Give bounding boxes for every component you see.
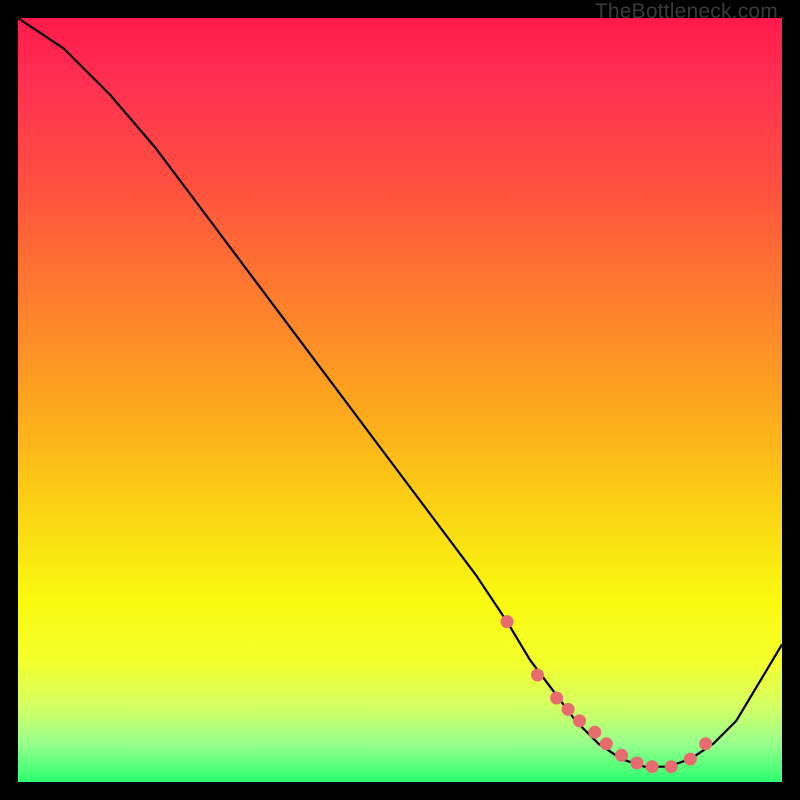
highlight-dot <box>501 615 514 628</box>
highlight-dot <box>615 749 628 762</box>
highlight-dot <box>573 714 586 727</box>
watermark-text: TheBottleneck.com <box>595 0 778 24</box>
highlight-dot <box>646 760 659 773</box>
highlight-dot <box>531 669 544 682</box>
highlight-dot <box>600 737 613 750</box>
highlight-dots <box>501 615 713 773</box>
bottleneck-curve-path <box>18 18 782 767</box>
highlight-dot <box>588 726 601 739</box>
highlight-dot <box>684 753 697 766</box>
highlight-dot <box>630 756 643 769</box>
highlight-dot <box>699 737 712 750</box>
highlight-dot <box>665 760 678 773</box>
bottleneck-curve-line <box>18 18 782 767</box>
plot-gradient-background <box>18 18 782 782</box>
highlight-dot <box>550 692 563 705</box>
chart-frame: TheBottleneck.com <box>0 0 800 800</box>
curve-svg <box>18 18 782 782</box>
highlight-dot <box>562 703 575 716</box>
